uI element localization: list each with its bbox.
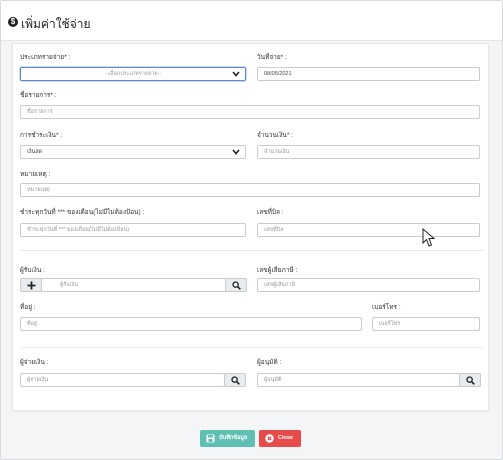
payment-select[interactable]: เงินสด <box>20 145 246 159</box>
save-button-label: บันทึกข้อมูล <box>219 435 248 441</box>
search-icon <box>231 376 240 385</box>
close-button-label: Close <box>278 435 293 441</box>
note-label: หมายเหตุ : <box>20 171 51 178</box>
search-icon <box>232 281 241 290</box>
mouse-cursor-icon <box>422 228 436 247</box>
phone-input[interactable]: เบอร์โทร <box>372 317 480 331</box>
section-divider <box>21 347 483 348</box>
pay-date-input[interactable]: 08/05/2021 <box>257 67 480 81</box>
payment-value: เงินสด <box>27 149 43 155</box>
save-button[interactable]: บันทึกข้อมูล <box>200 430 255 447</box>
expense-type-label: ประเภทรายจ่าย* : <box>20 54 71 61</box>
modal-header: $ เพิ่มค่าใช้จ่าย <box>1 1 502 41</box>
modal-title: เพิ่มค่าใช้จ่าย <box>21 17 91 31</box>
chevron-down-icon <box>232 149 240 155</box>
approver-label: ผู้อนุมัติ : <box>257 359 282 366</box>
pay-every-label: ชำระทุกวันที่ *** ของเดือน(ไม่มีไม่ต้องป… <box>20 209 145 216</box>
section-divider <box>21 250 483 251</box>
search-payer-button[interactable] <box>224 373 246 387</box>
payer-label: ผู้จ่ายเงิน : <box>20 359 49 366</box>
amount-input[interactable]: จำนวนเงิน <box>257 145 480 159</box>
payer-input[interactable]: ผู้จ่ายเงิน <box>20 373 225 387</box>
close-button[interactable]: Close <box>259 430 301 447</box>
payee-input[interactable]: ผู้รับเงิน <box>41 278 226 292</box>
payment-label: การชำระเงิน* : <box>20 132 63 139</box>
approver-input[interactable]: ผู้อนุมัติ <box>257 373 460 387</box>
chevron-down-icon <box>232 71 240 77</box>
add-expense-modal: $ เพิ่มค่าใช้จ่าย ประเภทรายจ่าย* : --เลื… <box>0 0 503 460</box>
pay-every-input[interactable]: ชำระทุกวันที่ *** ของเดือน(ไม่มีไม่ต้องป… <box>20 223 246 237</box>
address-input[interactable]: ที่อยู่ <box>20 317 362 331</box>
note-input[interactable]: หมายเหตุ <box>20 183 480 197</box>
address-label: ที่อยู่ : <box>20 304 36 311</box>
payee-label: ผู้รับเงิน : <box>20 267 45 274</box>
search-approver-button[interactable] <box>459 373 481 387</box>
phone-label: เบอร์โทร : <box>372 304 401 311</box>
search-payee-button[interactable] <box>225 278 247 292</box>
close-circle-icon <box>265 434 274 443</box>
add-payee-button[interactable] <box>20 278 42 292</box>
form-card: ประเภทรายจ่าย* : --เลือกประเภทรายจ่าย-- … <box>12 43 489 411</box>
floppy-disk-icon <box>206 434 215 443</box>
amount-label: จำนวนเงิน* : <box>257 132 293 139</box>
bill-no-input[interactable]: เลขที่บิล <box>257 223 480 237</box>
item-name-label: ชื่อรายการ* : <box>20 92 57 99</box>
plus-icon <box>27 281 36 290</box>
item-name-input[interactable]: ชื่อรายการ <box>20 105 480 119</box>
expense-type-select[interactable]: --เลือกประเภทรายจ่าย-- <box>20 67 246 81</box>
search-icon <box>466 376 475 385</box>
tax-id-input[interactable]: เลขผู้เสียภาษี <box>257 278 480 292</box>
expense-type-value: --เลือกประเภทรายจ่าย-- <box>104 71 162 77</box>
pay-date-label: วันที่จ่าย* : <box>257 54 287 61</box>
dollar-circle-icon: $ <box>8 17 18 27</box>
tax-id-label: เลขผู้เสียภาษี : <box>257 267 298 274</box>
bill-no-label: เลขที่บิล : <box>257 209 284 216</box>
